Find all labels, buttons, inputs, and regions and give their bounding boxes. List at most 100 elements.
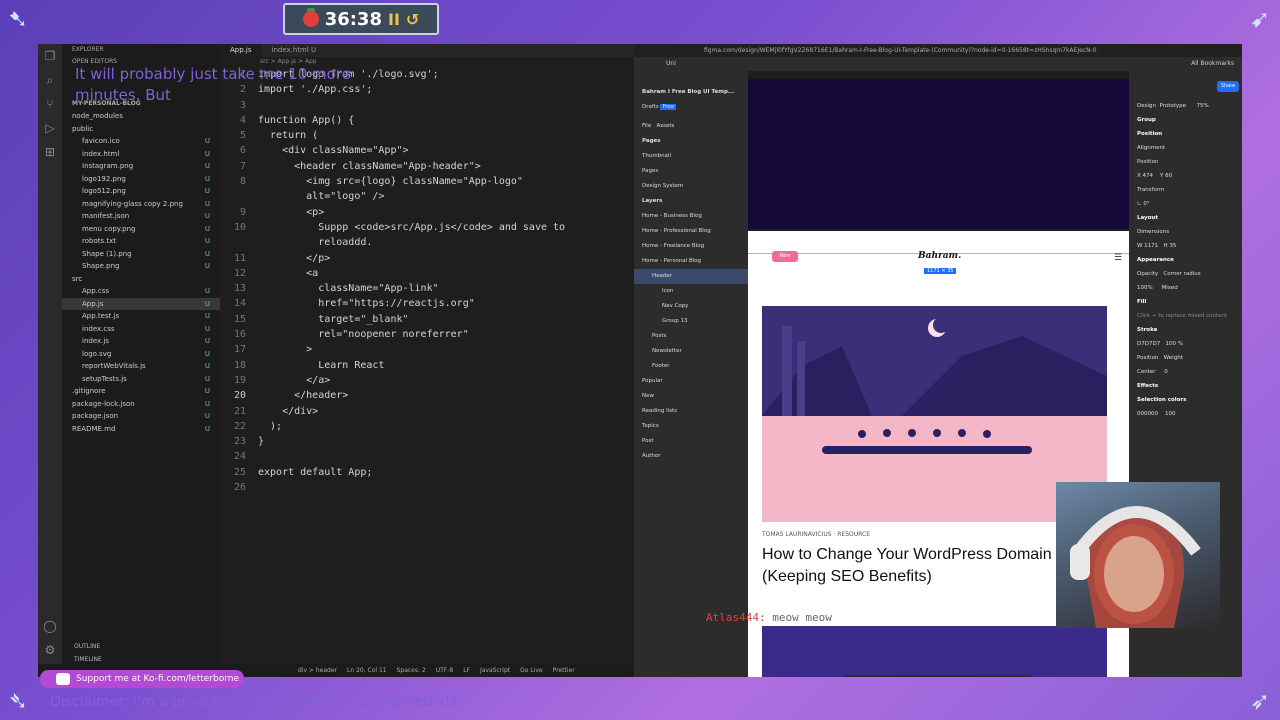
all-bookmarks[interactable]: All Bookmarks <box>1191 57 1234 71</box>
code-text[interactable]: Suppp <code>src/App.js</code> and save t… <box>258 220 565 235</box>
code-line[interactable]: 24 <box>220 449 634 464</box>
rotation-field[interactable]: ∟ 0° <box>1129 197 1242 211</box>
code-text[interactable]: <p> <box>258 205 324 220</box>
code-line[interactable]: alt="logo" /> <box>220 189 634 204</box>
layer-item[interactable]: New <box>634 389 748 404</box>
code-text[interactable]: </p> <box>258 251 330 266</box>
tree-item[interactable]: public <box>62 123 220 136</box>
code-line[interactable]: 20 </header> <box>220 388 634 403</box>
tree-item[interactable]: setupTests.js U <box>62 373 220 386</box>
kofi-banner[interactable]: Support me at Ko-fi.com/letterborne <box>40 670 244 688</box>
tree-item[interactable]: README.md U <box>62 423 220 436</box>
tree-item[interactable]: logo192.png U <box>62 173 220 186</box>
code-text[interactable]: rel="noopener noreferrer" <box>258 327 469 342</box>
code-line[interactable]: 23} <box>220 434 634 449</box>
opacity-field[interactable]: 100% <box>1137 285 1153 291</box>
layer-item[interactable]: Footer <box>634 359 748 374</box>
layer-item[interactable]: Newsletter <box>634 344 748 359</box>
tab-assets[interactable]: Assets <box>656 123 674 129</box>
code-text[interactable]: > <box>258 342 312 357</box>
code-line[interactable]: 8 <img src={logo} className="App-logo" <box>220 174 634 189</box>
stroke-opacity[interactable]: 100 % <box>1165 341 1182 347</box>
reset-button[interactable]: ↺ <box>406 10 419 29</box>
code-text[interactable]: alt="logo" /> <box>258 189 384 204</box>
y-field[interactable]: Y 60 <box>1160 173 1172 179</box>
status-item[interactable]: Ln 20, Col 11 <box>347 667 387 674</box>
code-text[interactable]: href="https://reactjs.org" <box>258 296 475 311</box>
tree-item[interactable]: App.js U <box>62 297 220 310</box>
tree-item[interactable]: index.css U <box>62 323 220 336</box>
tree-item[interactable]: .gitignore U <box>62 385 220 398</box>
code-text[interactable]: function App() { <box>258 113 354 128</box>
code-line[interactable]: 21 </div> <box>220 404 634 419</box>
zoom-level[interactable]: 75% <box>1197 103 1209 109</box>
tree-item[interactable]: manifest.json U <box>62 210 220 223</box>
tree-item[interactable]: Instagram.png U <box>62 160 220 173</box>
code-line[interactable]: 19 </a> <box>220 373 634 388</box>
code-text[interactable]: </header> <box>258 388 348 403</box>
account-icon[interactable]: ◯ <box>38 614 62 638</box>
tree-item[interactable]: menu copy.png U <box>62 223 220 236</box>
tree-item[interactable]: magnifying-glass copy 2.png U <box>62 198 220 211</box>
code-line[interactable]: 10 Suppp <code>src/App.js</code> and sav… <box>220 220 634 235</box>
layer-item[interactable]: Nav Copy <box>634 299 748 314</box>
stroke-color[interactable]: D7D7D7 <box>1137 341 1160 347</box>
outline-header[interactable]: OUTLINE <box>62 640 220 653</box>
stroke-position[interactable]: Center <box>1137 369 1156 375</box>
file-title[interactable]: Bahram I Free Blog UI Temp... <box>634 85 748 100</box>
status-item[interactable]: UTF-8 <box>436 667 454 674</box>
code-text[interactable]: </a> <box>258 373 330 388</box>
status-item[interactable]: Prettier <box>553 667 575 674</box>
tree-item[interactable]: src <box>62 273 220 286</box>
stroke-weight[interactable]: 0 <box>1164 369 1168 375</box>
code-line[interactable]: 11 </p> <box>220 251 634 266</box>
layer-item[interactable]: Home - Business Blog <box>634 209 748 224</box>
status-item[interactable]: JavaScript <box>480 667 510 674</box>
code-text[interactable]: <img src={logo} className="App-logo" <box>258 174 523 189</box>
code-line[interactable]: 4 function App() { <box>220 113 634 128</box>
code-text[interactable]: <a <box>258 266 318 281</box>
status-item[interactable]: LF <box>463 667 470 674</box>
code-line[interactable]: 12 <a <box>220 266 634 281</box>
tree-item[interactable]: Shape (1).png U <box>62 248 220 261</box>
tab-prototype[interactable]: Prototype <box>1160 103 1187 109</box>
tree-item[interactable]: favicon.ico U <box>62 135 220 148</box>
code-text[interactable]: export default App; <box>258 465 372 480</box>
layer-item[interactable]: Post <box>634 434 748 449</box>
tree-item[interactable]: logo512.png U <box>62 185 220 198</box>
code-text[interactable]: </div> <box>258 404 318 419</box>
files-icon[interactable]: ❐ <box>38 44 62 68</box>
code-text[interactable]: className="App-link" <box>258 281 438 296</box>
code-text[interactable]: target="_blank" <box>258 312 408 327</box>
run-debug-icon[interactable]: ▷ <box>38 116 62 140</box>
status-item[interactable]: div > header <box>298 667 337 674</box>
page-item[interactable]: Design System <box>634 179 748 194</box>
layer-item[interactable]: Header <box>634 269 748 284</box>
code-line[interactable]: 25 export default App; <box>220 465 634 480</box>
layer-item[interactable]: Home - Freelance Blog <box>634 239 748 254</box>
layer-item[interactable]: Popular <box>634 374 748 389</box>
new-button[interactable]: New <box>772 251 798 262</box>
tree-item[interactable]: index.js U <box>62 335 220 348</box>
tree-item[interactable]: Shape.png U <box>62 260 220 273</box>
layer-item[interactable]: Icon <box>634 284 748 299</box>
code-text[interactable]: reloaddd. <box>258 235 372 250</box>
code-text[interactable]: Learn React <box>258 358 384 373</box>
status-item[interactable]: Spaces: 2 <box>397 667 426 674</box>
code-line[interactable]: 26 <box>220 480 634 495</box>
code-line[interactable]: reloaddd. <box>220 235 634 250</box>
code-line[interactable]: 15 target="_blank" <box>220 312 634 327</box>
layer-item[interactable]: Author <box>634 449 748 464</box>
code-line[interactable]: 9 <p> <box>220 205 634 220</box>
code-line[interactable]: 16 rel="noopener noreferrer" <box>220 327 634 342</box>
code-line[interactable]: 22 ); <box>220 419 634 434</box>
code-text[interactable]: ); <box>258 419 282 434</box>
page-item[interactable]: Thumbnail <box>634 149 748 164</box>
menu-icon[interactable]: ☰ <box>1114 253 1122 263</box>
tree-item[interactable]: robots.txt U <box>62 235 220 248</box>
tree-item[interactable]: reportWebVitals.js U <box>62 360 220 373</box>
settings-gear-icon[interactable]: ⚙ <box>38 638 62 662</box>
code-text[interactable]: return ( <box>258 128 318 143</box>
code-text[interactable]: } <box>258 434 264 449</box>
search-icon[interactable]: ⌕ <box>38 68 62 92</box>
